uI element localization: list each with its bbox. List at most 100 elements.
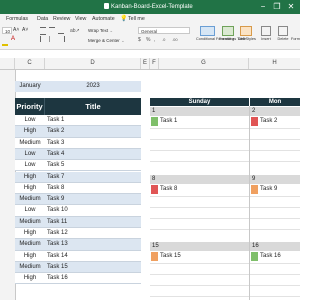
priority-cell[interactable]: Low bbox=[15, 160, 45, 172]
task-title-cell[interactable]: Task 16 bbox=[45, 273, 141, 285]
format-label[interactable]: Form bbox=[291, 37, 300, 41]
calendar-task-label[interactable]: Task 15 bbox=[160, 251, 247, 262]
priority-cell[interactable]: Medium bbox=[15, 216, 45, 228]
align-top-icon[interactable] bbox=[40, 27, 46, 35]
task-title-cell[interactable]: Task 4 bbox=[45, 148, 141, 161]
calendar-task-label[interactable]: Task 1 bbox=[160, 116, 247, 127]
priority-cell[interactable]: High bbox=[15, 126, 45, 138]
calendar-day-number[interactable]: 15 bbox=[150, 242, 249, 251]
title-header[interactable]: Title bbox=[45, 98, 141, 115]
number-format-select[interactable]: General bbox=[138, 27, 190, 34]
task-title-cell[interactable]: Task 14 bbox=[45, 250, 141, 262]
menu-automate[interactable]: Automate bbox=[92, 14, 115, 24]
wrap-text-button[interactable]: Wrap Text ⌄ bbox=[86, 27, 128, 34]
calendar-task-label[interactable]: Task 16 bbox=[260, 251, 298, 262]
priority-cell[interactable]: High bbox=[15, 250, 45, 262]
priority-cell[interactable]: High bbox=[15, 171, 45, 183]
calendar-day-number[interactable]: 8 bbox=[150, 175, 249, 184]
menu-tell-me[interactable]: Tell me bbox=[128, 14, 145, 24]
font-color-icon[interactable]: A bbox=[11, 36, 15, 42]
corner-cell[interactable] bbox=[0, 58, 15, 69]
close-button[interactable]: ✕ bbox=[286, 2, 296, 12]
conditional-formatting-icon[interactable] bbox=[200, 26, 215, 36]
format-as-table-icon[interactable] bbox=[222, 26, 234, 36]
priority-cell[interactable]: Medium bbox=[15, 239, 45, 251]
year-cell[interactable]: 2023 bbox=[45, 81, 141, 92]
column-header-f[interactable]: F bbox=[150, 58, 159, 69]
currency-icon[interactable]: $ bbox=[138, 37, 141, 43]
menu-formulas[interactable]: Formulas bbox=[6, 14, 28, 24]
menu-view[interactable]: View bbox=[75, 14, 86, 24]
priority-cell[interactable]: High bbox=[15, 228, 45, 240]
menu-data[interactable]: Data bbox=[37, 14, 48, 24]
excel-doc-icon bbox=[104, 3, 109, 9]
task-title-cell[interactable]: Task 1 bbox=[45, 115, 141, 127]
task-title-cell[interactable]: Task 15 bbox=[45, 261, 141, 274]
delete-label[interactable]: Delete bbox=[275, 37, 291, 41]
column-header-g[interactable]: G bbox=[159, 58, 249, 69]
align-left-icon[interactable] bbox=[40, 36, 47, 42]
task-title-cell[interactable]: Task 11 bbox=[45, 216, 141, 228]
align-bottom-icon[interactable] bbox=[58, 27, 64, 34]
priority-cell[interactable]: Low bbox=[15, 148, 45, 161]
align-right-icon[interactable] bbox=[58, 36, 65, 42]
calendar-day-number[interactable]: 2 bbox=[250, 107, 300, 116]
calendar-grid-line bbox=[250, 274, 300, 275]
task-title-cell[interactable]: Task 9 bbox=[45, 194, 141, 206]
align-middle-icon[interactable] bbox=[49, 27, 55, 34]
calendar-day-header-monday[interactable]: Mon bbox=[250, 98, 300, 106]
calendar-day-header-sunday[interactable]: Sunday bbox=[150, 98, 249, 106]
priority-color-tag bbox=[251, 252, 258, 261]
priority-header[interactable]: Priority bbox=[15, 98, 45, 115]
calendar-task-label[interactable]: Task 2 bbox=[260, 116, 298, 127]
month-cell[interactable]: January bbox=[15, 81, 45, 92]
format-as-table-label[interactable]: Format as Table bbox=[219, 37, 246, 41]
calendar-day-number[interactable]: 9 bbox=[250, 175, 300, 184]
align-center-icon[interactable] bbox=[49, 36, 56, 42]
column-header-d[interactable]: D bbox=[45, 58, 141, 69]
minimize-button[interactable]: − bbox=[258, 2, 268, 12]
column-header-h[interactable]: H bbox=[249, 58, 300, 69]
grow-font-icon[interactable]: A˄ bbox=[13, 27, 19, 33]
task-title-cell[interactable]: Task 7 bbox=[45, 171, 141, 183]
decrease-decimal-icon[interactable]: .00 bbox=[172, 37, 178, 42]
increase-decimal-icon[interactable]: .0 bbox=[162, 37, 165, 42]
priority-cell[interactable]: High bbox=[15, 273, 45, 285]
task-title-cell[interactable]: Task 3 bbox=[45, 137, 141, 149]
cell-styles-icon[interactable] bbox=[240, 26, 252, 36]
calendar-task-label[interactable]: Task 8 bbox=[160, 184, 247, 195]
priority-cell[interactable]: Low bbox=[15, 115, 45, 127]
font-size-box[interactable]: 10 bbox=[2, 27, 12, 34]
cell-styles-label[interactable]: Cell Styles bbox=[238, 37, 256, 41]
priority-cell[interactable]: Low bbox=[15, 205, 45, 217]
fill-color-icon[interactable] bbox=[2, 37, 8, 46]
priority-cell[interactable]: High bbox=[15, 182, 45, 195]
delete-icon[interactable] bbox=[278, 26, 288, 36]
calendar-day-number[interactable]: 16 bbox=[250, 242, 300, 251]
calendar-task-label[interactable]: Task 9 bbox=[260, 184, 298, 195]
percent-icon[interactable]: % bbox=[146, 37, 150, 43]
shrink-font-icon[interactable]: A˅ bbox=[22, 27, 28, 33]
comma-icon[interactable]: , bbox=[154, 37, 155, 43]
merge-center-button[interactable]: Merge & Center ⌄ bbox=[86, 37, 128, 44]
priority-cell[interactable]: Medium bbox=[15, 137, 45, 149]
menu-review[interactable]: Review bbox=[53, 14, 70, 24]
task-title-cell[interactable]: Task 10 bbox=[45, 205, 141, 217]
insert-label[interactable]: Insert bbox=[258, 37, 274, 41]
column-header-c[interactable]: C bbox=[15, 58, 45, 69]
task-title-cell[interactable]: Task 5 bbox=[45, 160, 141, 172]
calendar-grid-line bbox=[250, 296, 300, 297]
priority-cell[interactable]: Medium bbox=[15, 194, 45, 206]
conditional-formatting-label[interactable]: Conditional Formatting bbox=[196, 37, 234, 41]
restore-button[interactable]: ❐ bbox=[272, 2, 282, 12]
task-title-cell[interactable]: Task 12 bbox=[45, 228, 141, 240]
column-header-e[interactable]: E bbox=[141, 58, 150, 69]
calendar-day-number[interactable]: 1 bbox=[150, 107, 249, 116]
task-title-cell[interactable]: Task 8 bbox=[45, 182, 141, 195]
task-title-cell[interactable]: Task 13 bbox=[45, 239, 141, 251]
task-title-cell[interactable]: Task 2 bbox=[45, 126, 141, 138]
priority-cell[interactable]: Medium bbox=[15, 261, 45, 274]
insert-icon[interactable] bbox=[261, 26, 271, 36]
calendar-divider bbox=[249, 106, 250, 300]
orientation-icon[interactable]: ab↗ bbox=[70, 28, 80, 34]
